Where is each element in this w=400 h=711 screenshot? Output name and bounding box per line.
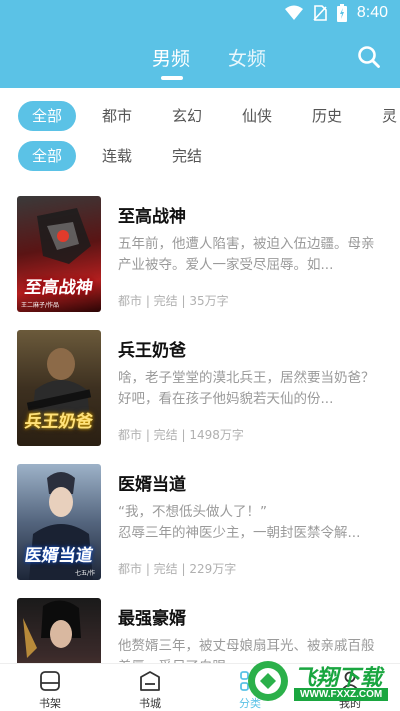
book-title: 最强豪婿 <box>118 609 186 629</box>
app-header: 8:40 男频 女频 <box>0 0 400 88</box>
cover-author-text: 王二麻子/作品 <box>21 302 60 309</box>
status-serial[interactable]: 连载 <box>102 141 132 171</box>
book-title: 兵王奶爸 <box>118 341 186 361</box>
tab-indicator <box>161 76 183 80</box>
category-fantasy[interactable]: 玄幻 <box>172 101 202 131</box>
status-all[interactable]: 全部 <box>18 141 76 171</box>
book-meta: 都市 | 完结 | 1498万字 <box>118 428 244 442</box>
book-item[interactable]: 至高战神 王二麻子/作品 至高战神 五年前，他遭人陷害，被迫入伍边疆。母亲产业被… <box>0 196 400 316</box>
cover-author-text: 七五/作 <box>74 570 95 577</box>
book-cover[interactable]: 兵王奶爸 <box>17 330 101 446</box>
bookstore-icon <box>140 671 160 691</box>
category-filter: 全部 都市 玄幻 仙侠 历史 灵 <box>0 101 400 133</box>
gender-tabs: 男频 女频 <box>0 40 400 80</box>
status-time: 8:40 <box>356 4 388 21</box>
status-filter: 全部 连载 完结 <box>0 141 400 173</box>
category-all[interactable]: 全部 <box>18 101 76 131</box>
category-more[interactable]: 灵 <box>382 101 397 131</box>
status-finished[interactable]: 完结 <box>172 141 202 171</box>
book-item[interactable]: 兵王奶爸 兵王奶爸 啥，老子堂堂的漠北兵王，居然要当奶爸？好吧，看在孩子他妈貌若… <box>0 330 400 450</box>
book-description: 啥，老子堂堂的漠北兵王，居然要当奶爸？好吧，看在孩子他妈貌若天仙的份... <box>118 370 375 407</box>
status-icons: 8:40 <box>284 4 388 22</box>
watermark-logo-icon <box>248 661 288 701</box>
tab-female[interactable]: 女频 <box>228 44 266 71</box>
battery-icon <box>336 4 347 22</box>
book-meta: 都市 | 完结 | 229万字 <box>118 562 237 576</box>
wifi-icon <box>284 5 303 20</box>
cover-title-text: 至高战神 <box>23 278 95 298</box>
category-history[interactable]: 历史 <box>312 101 342 131</box>
book-description: 五年前，他遭人陷害，被迫入伍边疆。母亲产业被夺。爱人一家受尽屈辱。如... <box>118 236 375 273</box>
nav-bookstore[interactable]: 书城 <box>120 670 180 711</box>
bookshelf-icon <box>40 671 60 691</box>
nav-label: 书架 <box>39 697 61 710</box>
nav-label: 书城 <box>139 697 161 710</box>
nav-bookshelf[interactable]: 书架 <box>20 670 80 711</box>
watermark-url: WWW.FXXZ.COM <box>294 688 389 701</box>
tab-male[interactable]: 男频 <box>152 44 190 71</box>
book-cover[interactable]: 至高战神 王二麻子/作品 <box>17 196 101 312</box>
book-title: 至高战神 <box>118 207 186 227</box>
cover-title-text: 医婿当道 <box>23 546 95 566</box>
book-title: 医婿当道 <box>118 475 186 495</box>
status-bar: 8:40 <box>0 0 400 28</box>
book-description: “我，不想低头做人了！” 忍辱三年的神医少主，一朝封医禁令解... <box>118 504 361 541</box>
cover-title-text: 兵王奶爸 <box>23 412 95 432</box>
book-item[interactable]: 医婿当道 七五/作 医婿当道 “我，不想低头做人了！” 忍辱三年的神医少主，一朝… <box>0 464 400 584</box>
category-xianxia[interactable]: 仙侠 <box>242 101 272 131</box>
watermark: 飞翔下载 WWW.FXXZ.COM <box>246 656 392 706</box>
book-meta: 都市 | 完结 | 35万字 <box>118 294 229 308</box>
book-cover[interactable]: 医婿当道 七五/作 <box>17 464 101 580</box>
no-sim-icon <box>313 5 327 21</box>
category-city[interactable]: 都市 <box>102 101 132 131</box>
search-icon[interactable] <box>356 44 382 70</box>
